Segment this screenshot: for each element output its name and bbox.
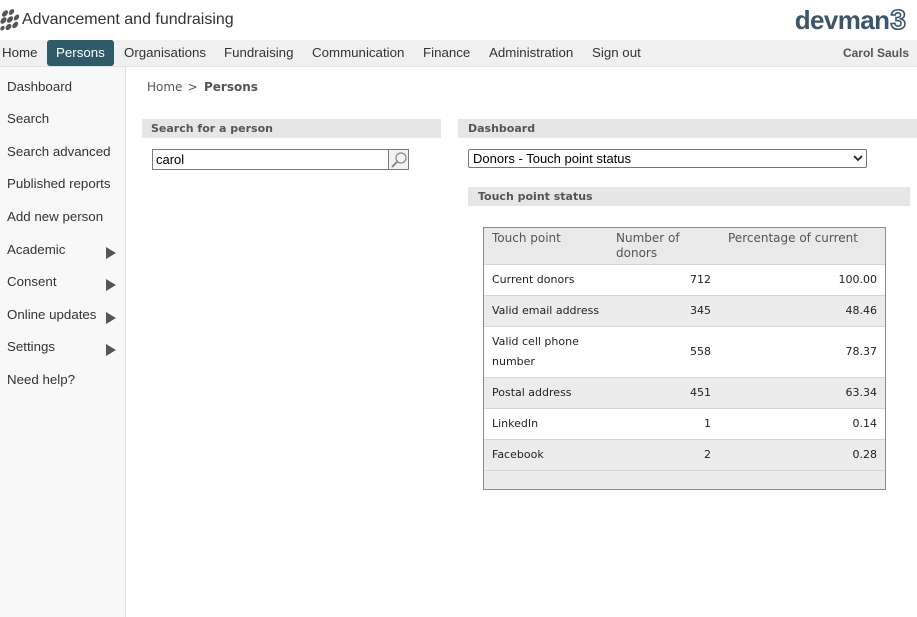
donor-count-cell: 345 (690, 304, 711, 317)
nav-item-administration[interactable]: Administration (489, 40, 573, 66)
column-header-touch-point: Touch point (492, 231, 561, 245)
table-row: Valid cell phone number 558 78.37 (484, 326, 885, 377)
nav-item-sign-out[interactable]: Sign out (592, 40, 641, 66)
search-button[interactable] (388, 149, 409, 170)
sidebar-item-search-advanced[interactable]: Search advanced (0, 137, 125, 167)
sidebar-item-search[interactable]: Search (0, 104, 125, 134)
brand-logo: devman3 (794, 3, 907, 36)
breadcrumb-separator: > (187, 80, 198, 94)
donor-count-cell: 712 (690, 273, 711, 286)
sidebar-item-dashboard[interactable]: Dashboard (0, 72, 125, 102)
percentage-cell: 48.46 (845, 304, 878, 317)
leaf-grid-logo-icon (0, 9, 19, 31)
brand-name: devman (794, 5, 890, 35)
sidebar-item-label: Published reports (7, 176, 111, 191)
touch-point-cell: Postal address (492, 386, 572, 399)
nav-item-communication[interactable]: Communication (312, 40, 404, 66)
sidebar-item-label: Academic (7, 242, 66, 257)
sidebar-item-academic[interactable]: Academic (0, 235, 125, 265)
percentage-cell: 63.34 (845, 386, 878, 399)
nav-item-finance[interactable]: Finance (423, 40, 470, 66)
percentage-cell: 0.14 (852, 417, 878, 430)
chevron-down-icon (853, 155, 863, 162)
dashboard-select[interactable]: Donors - Touch point status (468, 149, 867, 168)
sidebar-item-label: Online updates (7, 307, 97, 322)
sidebar-item-label: Consent (7, 274, 57, 289)
dashboard-panel-header: Dashboard (458, 119, 917, 138)
search-input[interactable] (152, 149, 389, 170)
nav-item-organisations[interactable]: Organisations (124, 40, 206, 66)
touch-point-cell: Facebook (492, 448, 544, 461)
table-row: LinkedIn 1 0.14 (484, 408, 885, 439)
caret-right-icon (106, 312, 116, 324)
donor-count-cell: 451 (690, 386, 711, 399)
search-icon (391, 152, 407, 168)
table-row: Current donors 712 100.00 (484, 264, 885, 295)
sidebar-item-settings[interactable]: Settings (0, 332, 125, 362)
sidebar-item-online-updates[interactable]: Online updates (0, 300, 125, 330)
dashboard-select-value: Donors - Touch point status (473, 151, 632, 166)
caret-right-icon (106, 247, 116, 259)
nav-item-fundraising[interactable]: Fundraising (224, 40, 293, 66)
table-row: Facebook 2 0.28 (484, 439, 885, 470)
donor-count-cell: 2 (704, 448, 711, 461)
touch-point-cell: Valid email address (492, 304, 600, 317)
percentage-cell: 78.37 (845, 345, 878, 358)
sidebar-item-label: Need help? (7, 372, 76, 387)
touch-point-table: Touch point Number of donors Percentage … (483, 227, 886, 490)
sidebar-item-consent[interactable]: Consent (0, 267, 125, 297)
percentage-cell: 100.00 (838, 273, 878, 286)
touch-point-cell: Current donors (492, 273, 575, 286)
app-title: Advancement and fundraising (22, 11, 234, 28)
donor-count-cell: 1 (704, 417, 711, 430)
caret-right-icon (106, 279, 116, 291)
column-header-percentage: Percentage of current (728, 231, 858, 245)
breadcrumb-home[interactable]: Home (147, 80, 182, 94)
breadcrumb: Home > Persons (147, 79, 258, 95)
table-bottom-space (484, 470, 885, 489)
touch-point-cell: LinkedIn (492, 417, 539, 430)
donor-count-cell: 558 (690, 345, 711, 358)
touch-point-cell: Valid cell phone number (492, 335, 579, 368)
sidebar-item-label: Search advanced (7, 144, 111, 159)
sidebar: Dashboard Search Search advanced Publish… (0, 67, 126, 617)
touch-point-section-header: Touch point status (468, 187, 910, 206)
nav-item-home[interactable]: Home (2, 40, 37, 66)
nav-item-persons[interactable]: Persons (47, 40, 114, 66)
sidebar-item-label: Add new person (7, 209, 104, 224)
table-row: Postal address 451 63.34 (484, 377, 885, 408)
sidebar-item-label: Search (7, 111, 50, 126)
user-name: Carol Sauls (842, 46, 909, 60)
brand-version: 3 (890, 3, 907, 36)
search-panel-header: Search for a person (142, 119, 441, 138)
breadcrumb-current: Persons (204, 80, 258, 94)
sidebar-item-label: Settings (7, 339, 56, 354)
sidebar-item-add-new-person[interactable]: Add new person (0, 202, 125, 232)
table-header-row: Touch point Number of donors Percentage … (484, 228, 885, 264)
percentage-cell: 0.28 (852, 448, 878, 461)
main-nav: Home Persons Organisations Fundraising C… (0, 40, 917, 67)
sidebar-item-label: Dashboard (7, 79, 73, 94)
caret-right-icon (106, 344, 116, 356)
table-row: Valid email address 345 48.46 (484, 295, 885, 326)
column-header-number-of-donors: Number of donors (616, 231, 680, 260)
sidebar-item-need-help[interactable]: Need help? (0, 365, 125, 395)
sidebar-item-published-reports[interactable]: Published reports (0, 169, 125, 199)
